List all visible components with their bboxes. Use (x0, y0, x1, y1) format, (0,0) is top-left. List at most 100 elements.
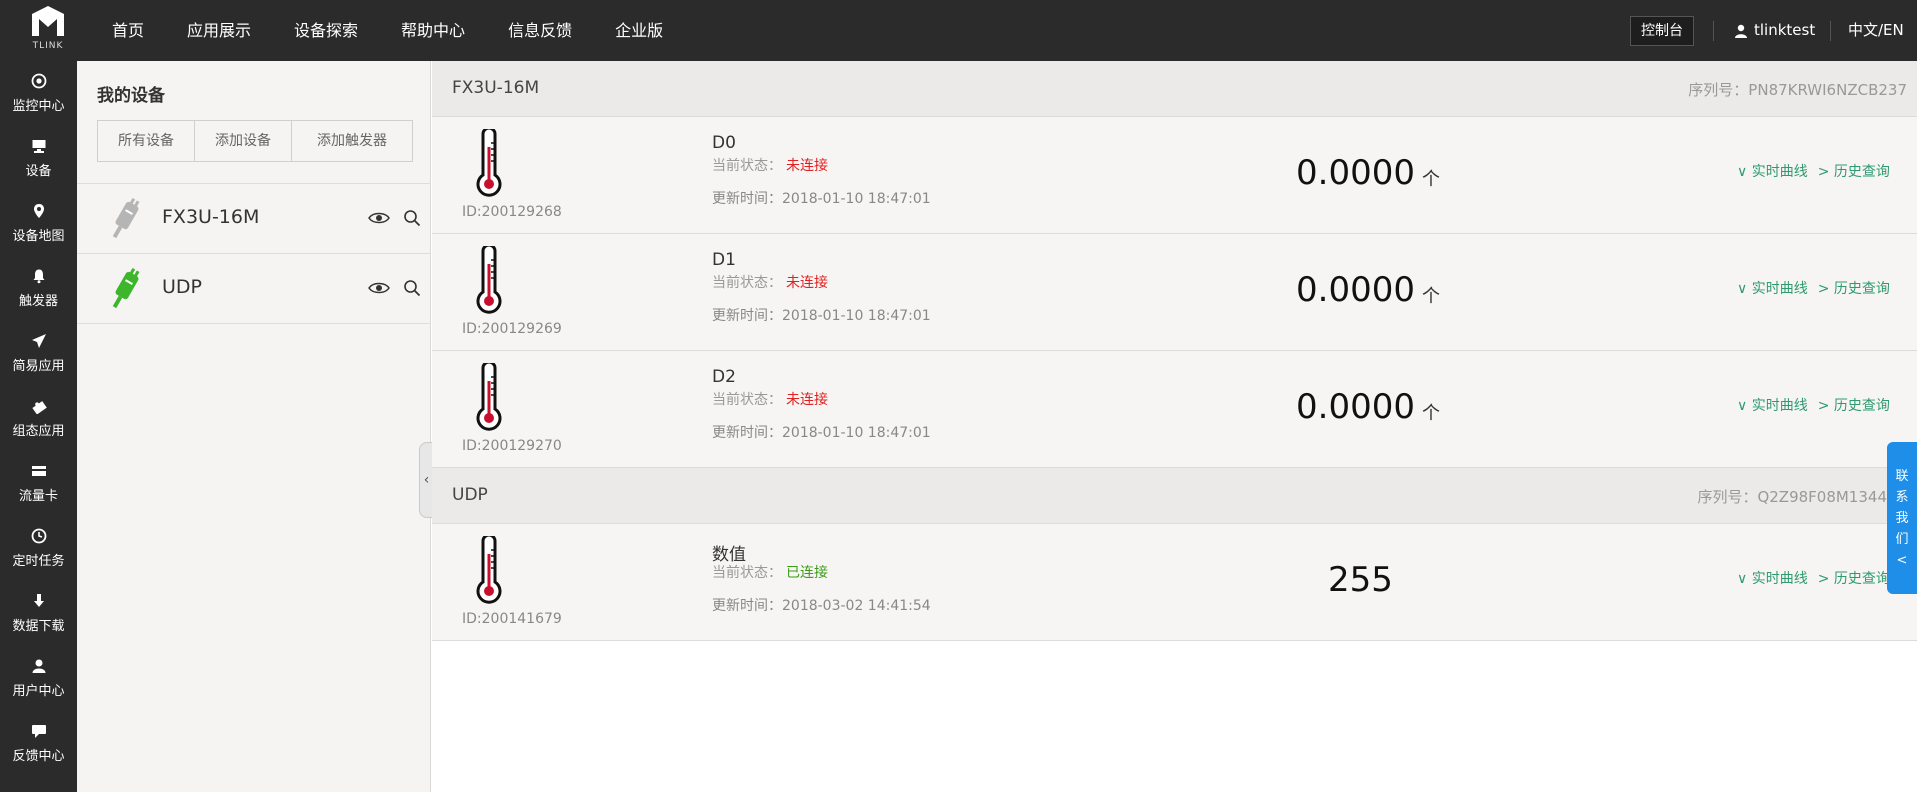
device-row-udp[interactable]: UDP (77, 254, 431, 324)
search-icon[interactable] (403, 209, 421, 227)
clock-icon (31, 528, 46, 544)
console-button[interactable]: 控制台 (1630, 16, 1694, 46)
status-label: 当前状态： (712, 275, 782, 291)
download-icon (33, 594, 44, 607)
sidebar-item-scada-apps[interactable]: 组态应用 (0, 386, 77, 451)
device-plug-icon (112, 267, 140, 309)
device-group-header: UDP 序列号：Q2Z98F08M13445C (432, 468, 1917, 524)
eye-icon[interactable] (368, 211, 390, 225)
realtime-curve-link[interactable]: ∨ 实时曲线 (1737, 278, 1808, 298)
chevron-left-icon: < (1896, 552, 1908, 568)
chat-icon (31, 725, 46, 738)
sensor-name: D1 (712, 250, 736, 270)
sidebar-item-data-download[interactable]: 数据下载 (0, 581, 77, 646)
sensor-id: ID:200129270 (462, 438, 562, 454)
puzzle-icon (31, 401, 47, 414)
device-name: UDP (162, 276, 202, 298)
sidebar-item-device-map[interactable]: 设备地图 (0, 191, 77, 256)
sensor-links: ∨ 实时曲线 > 历史查询 (1737, 395, 1890, 415)
sensor-update-time: 更新时间：2018-01-10 18:47:01 (712, 308, 931, 324)
contact-char: 系 (1895, 489, 1909, 505)
history-query-link[interactable]: > 历史查询 (1818, 278, 1890, 298)
sidebar-item-label: 组态应用 (12, 424, 65, 439)
sensor-update-time: 更新时间：2018-01-10 18:47:01 (712, 425, 931, 441)
thermometer-icon (476, 363, 502, 431)
device-group-header: FX3U-16M 序列号：PN87KRWI6NZCB237 (432, 61, 1917, 117)
sidebar-item-label: 监控中心 (12, 99, 65, 114)
realtime-curve-link[interactable]: ∨ 实时曲线 (1737, 568, 1808, 588)
eye-icon[interactable] (368, 281, 390, 295)
sidebar-item-simple-apps[interactable]: 简易应用 (0, 321, 77, 386)
thermometer-icon (476, 129, 502, 197)
sensor-id: ID:200129269 (462, 321, 562, 337)
target-icon (31, 73, 46, 89)
device-panel: 我的设备 所有设备 添加设备 添加触发器 FX3U-16M UDP (77, 61, 431, 792)
nav-feedback[interactable]: 信息反馈 (508, 0, 572, 61)
add-trigger-button[interactable]: 添加触发器 (292, 121, 412, 161)
status-value: 已连接 (786, 565, 828, 581)
status-label: 当前状态： (712, 392, 782, 408)
sidebar-item-label: 设备 (25, 164, 52, 179)
sidebar-item-user-center[interactable]: 用户中心 (0, 646, 77, 711)
unit-label: 个 (1422, 286, 1440, 307)
add-device-button[interactable]: 添加设备 (195, 121, 292, 161)
monitor-icon (32, 140, 45, 153)
user-menu[interactable]: tlinktest (1734, 0, 1815, 61)
nav-enterprise[interactable]: 企业版 (615, 0, 663, 61)
sensor-value: 0.0000 (1296, 270, 1415, 310)
device-row-fx3u[interactable]: FX3U-16M (77, 184, 431, 254)
tlink-logo[interactable]: TLINK (24, 6, 72, 56)
search-icon[interactable] (403, 279, 421, 297)
nav-home[interactable]: 首页 (112, 0, 144, 61)
sensor-name: D2 (712, 367, 736, 387)
logo-icon (32, 6, 64, 36)
sensor-row: ID:200129268 D0 当前状态： 未连接 更新时间：2018-01-10… (432, 117, 1917, 234)
thermometer-icon (476, 536, 502, 604)
all-devices-button[interactable]: 所有设备 (98, 121, 195, 161)
nav-app-showcase[interactable]: 应用展示 (187, 0, 251, 61)
sensor-links: ∨ 实时曲线 > 历史查询 (1737, 161, 1890, 181)
sidebar-item-devices[interactable]: 设备 (0, 126, 77, 191)
history-query-link[interactable]: > 历史查询 (1818, 395, 1890, 415)
sidebar-item-scheduled-tasks[interactable]: 定时任务 (0, 516, 77, 581)
realtime-curve-link[interactable]: ∨ 实时曲线 (1737, 161, 1808, 181)
contact-char: 我 (1895, 510, 1909, 526)
card-icon (31, 466, 46, 476)
unit-label: 个 (1422, 403, 1440, 424)
sensor-value: 0.0000 (1296, 387, 1415, 427)
status-value: 未连接 (786, 392, 828, 408)
collapse-panel-handle[interactable]: ‹ (419, 442, 433, 518)
realtime-curve-link[interactable]: ∨ 实时曲线 (1737, 395, 1808, 415)
user-icon (32, 659, 45, 673)
sidebar-item-monitor[interactable]: 监控中心 (0, 61, 77, 126)
device-actions: 所有设备 添加设备 添加触发器 (97, 120, 413, 162)
nav-help-center[interactable]: 帮助中心 (401, 0, 465, 61)
group-name: UDP (452, 485, 488, 505)
sidebar-item-data-card[interactable]: 流量卡 (0, 451, 77, 516)
panel-title: 我的设备 (97, 86, 165, 106)
sensor-status: 当前状态： 未连接 (712, 389, 828, 409)
user-icon (1735, 24, 1747, 38)
language-switch[interactable]: 中文/EN (1848, 0, 1904, 61)
sensor-status: 当前状态： 未连接 (712, 155, 828, 175)
sidebar-item-feedback-center[interactable]: 反馈中心 (0, 711, 77, 776)
sidebar-item-label: 反馈中心 (12, 749, 65, 764)
sensor-status: 当前状态： 未连接 (712, 272, 828, 292)
sensor-value: 0.0000 (1296, 153, 1415, 193)
sensor-links: ∨ 实时曲线 > 历史查询 (1737, 568, 1890, 588)
status-label: 当前状态： (712, 158, 782, 174)
contact-us-tab[interactable]: 联 系 我 们 < (1887, 442, 1917, 594)
nav-device-explore[interactable]: 设备探索 (294, 0, 358, 61)
group-serial: 序列号：Q2Z98F08M13445C (1697, 488, 1907, 506)
status-value: 未连接 (786, 158, 828, 174)
history-query-link[interactable]: > 历史查询 (1818, 161, 1890, 181)
sensor-row: ID:200129269 D1 当前状态： 未连接 更新时间：2018-01-10… (432, 234, 1917, 351)
status-value: 未连接 (786, 275, 828, 291)
divider (1713, 21, 1714, 41)
send-icon (31, 334, 46, 348)
sidebar-item-triggers[interactable]: 触发器 (0, 256, 77, 321)
sidebar-item-label: 数据下载 (12, 619, 65, 634)
sidebar-item-label: 设备地图 (12, 229, 65, 244)
history-query-link[interactable]: > 历史查询 (1818, 568, 1890, 588)
sensor-row: ID:200141679 数值 当前状态： 已连接 更新时间：2018-03-02… (432, 524, 1917, 641)
